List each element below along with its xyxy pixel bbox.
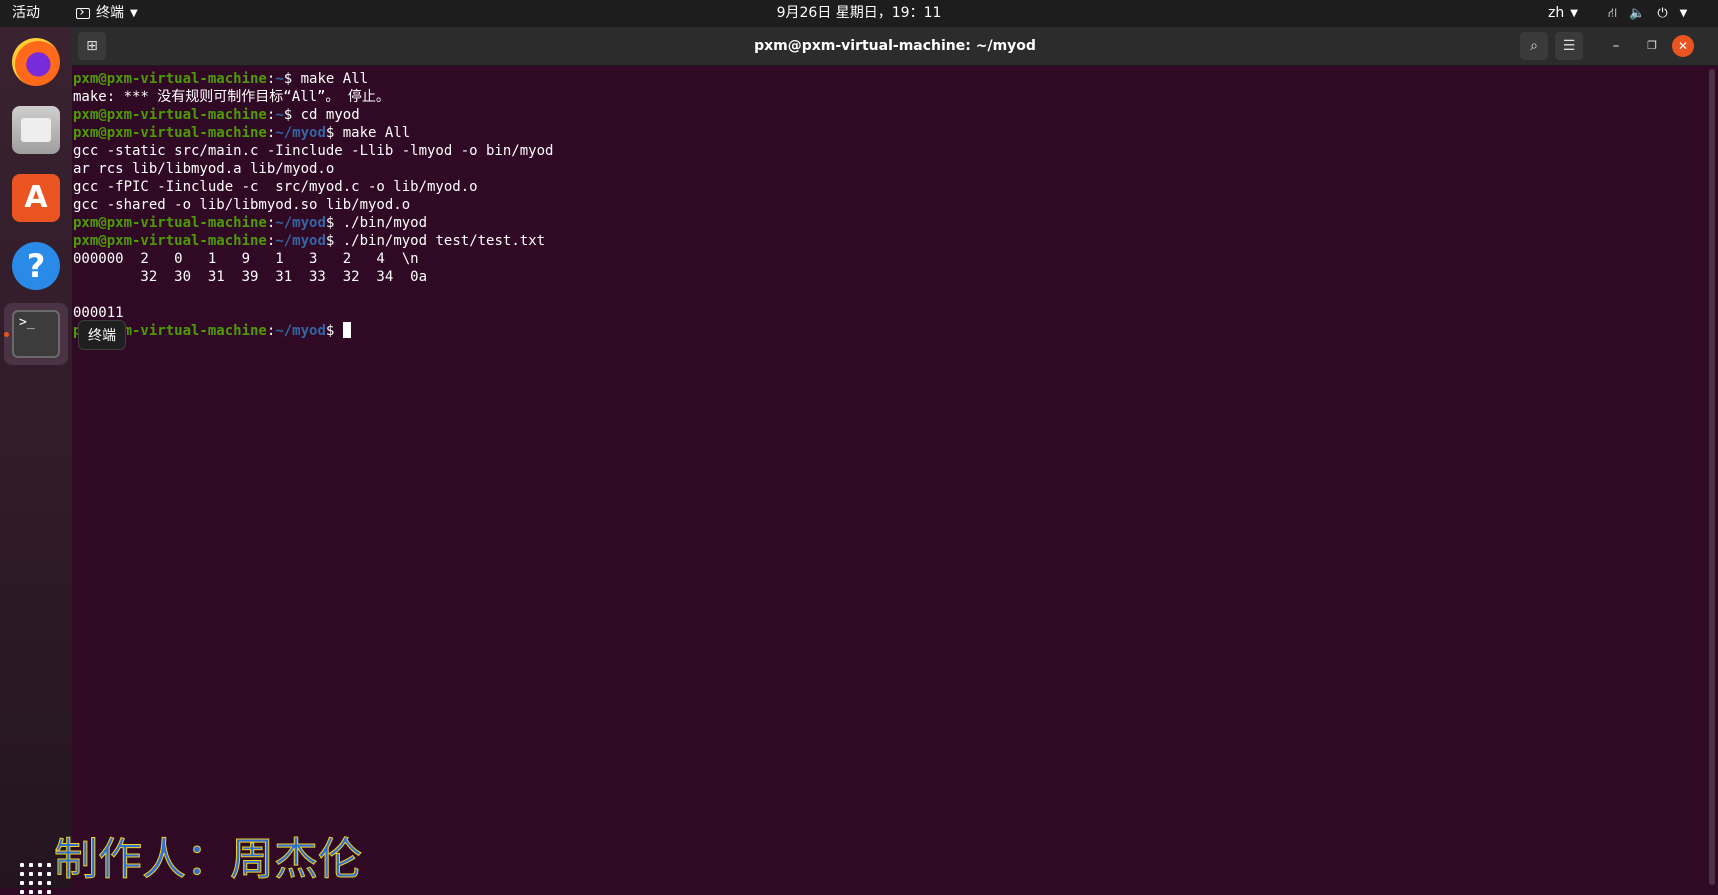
command-text: make All (292, 71, 369, 87)
prompt-path: ~/myod (275, 215, 326, 231)
network-icon: ⛙ (1608, 6, 1618, 21)
language-label: zh (1548, 5, 1565, 21)
volume-icon: 🔈 (1629, 6, 1646, 21)
terminal-line: pxm@pxm-virtual-machine:~$ cd myod (73, 107, 360, 123)
prompt-user: pxm@pxm-virtual-machine (73, 71, 267, 87)
close-button[interactable]: ✕ (1672, 35, 1694, 57)
terminal-line: pxm@pxm-virtual-machine:~/myod$ (73, 322, 1706, 340)
prompt-user: pxm@pxm-virtual-machine (73, 215, 267, 231)
terminal-line: gcc -shared -o lib/libmyod.so lib/myod.o (73, 197, 411, 213)
terminal-window: ⊞ pxm@pxm-virtual-machine: ~/myod ⌕ ☰ – … (72, 27, 1718, 888)
search-button[interactable]: ⌕ (1520, 32, 1548, 60)
firefox-icon[interactable] (12, 38, 60, 86)
language-selector[interactable]: zh ▼ (1548, 0, 1578, 27)
terminal-line: pxm@pxm-virtual-machine:~/myod$ ./bin/my… (73, 233, 546, 249)
chevron-down-icon: ▼ (1570, 8, 1578, 19)
command-text: cd myod (292, 107, 360, 123)
command-text: ./bin/myod test/test.txt (334, 233, 546, 249)
command-text: ./bin/myod (334, 215, 428, 231)
prompt-path: ~ (275, 107, 284, 123)
command-text (334, 323, 342, 339)
prompt-path: ~/myod (275, 233, 326, 249)
terminal-line: gcc -static src/main.c -Iinclude -Llib -… (73, 143, 554, 159)
dock: A ? >_ (0, 27, 72, 894)
terminal-app-icon[interactable]: >_ (12, 310, 60, 358)
help-icon[interactable]: ? (12, 242, 60, 290)
terminal-line: 000000 2 0 1 9 1 3 2 4 \n (73, 251, 419, 267)
scrollbar[interactable] (1709, 69, 1715, 885)
maximize-button[interactable]: ❐ (1638, 32, 1666, 60)
dock-tooltip: 终端 (78, 320, 126, 350)
terminal-line: pxm@pxm-virtual-machine:~/myod$ make All (73, 125, 411, 141)
power-icon: ⏻ (1657, 6, 1668, 21)
files-icon[interactable] (12, 106, 60, 154)
title-bar[interactable]: ⊞ pxm@pxm-virtual-machine: ~/myod ⌕ ☰ – … (72, 27, 1718, 66)
prompt-path: ~/myod (275, 323, 326, 339)
prompt-path: ~ (275, 71, 284, 87)
top-bar: 活动 终端 ▼ 9月26日 星期日，19：11 zh ▼ ⛙ 🔈 ⏻ ▼ (0, 0, 1718, 27)
terminal-line: pxm@pxm-virtual-machine:~/myod$ ./bin/my… (73, 215, 428, 231)
hamburger-icon: ☰ (1562, 38, 1576, 54)
terminal-line: gcc -fPIC -Iinclude -c src/myod.c -o lib… (73, 179, 478, 195)
software-store-icon[interactable]: A (12, 174, 60, 222)
system-menu[interactable]: ⛙ 🔈 ⏻ ▼ (1608, 0, 1687, 27)
terminal-line: 32 30 31 39 31 33 32 34 0a (73, 269, 428, 285)
search-icon: ⌕ (1530, 38, 1538, 54)
minimize-button[interactable]: – (1602, 32, 1630, 60)
running-indicator (4, 332, 9, 337)
clock[interactable]: 9月26日 星期日，19：11 (0, 0, 1718, 27)
watermark-caption: 制作人：周杰伦 (54, 834, 363, 886)
text-cursor (342, 322, 351, 338)
command-text: make All (334, 125, 411, 141)
terminal-line: make: *** 没有规则可制作目标“All”。 停止。 (73, 89, 390, 105)
prompt-user: pxm@pxm-virtual-machine (73, 125, 267, 141)
terminal-output[interactable]: pxm@pxm-virtual-machine:~$ make All make:… (72, 66, 1706, 888)
show-applications-icon[interactable] (20, 863, 52, 895)
prompt-user: pxm@pxm-virtual-machine (73, 233, 267, 249)
terminal-line: pxm@pxm-virtual-machine:~$ make All (73, 71, 369, 87)
menu-button[interactable]: ☰ (1555, 32, 1583, 60)
prompt-path: ~/myod (275, 125, 326, 141)
chevron-down-icon: ▼ (1679, 8, 1688, 19)
window-title: pxm@pxm-virtual-machine: ~/myod (754, 38, 1036, 54)
terminal-line: ar rcs lib/libmyod.a lib/myod.o (73, 161, 335, 177)
terminal-line: 000011 (73, 305, 124, 321)
prompt-user: pxm@pxm-virtual-machine (73, 107, 267, 123)
